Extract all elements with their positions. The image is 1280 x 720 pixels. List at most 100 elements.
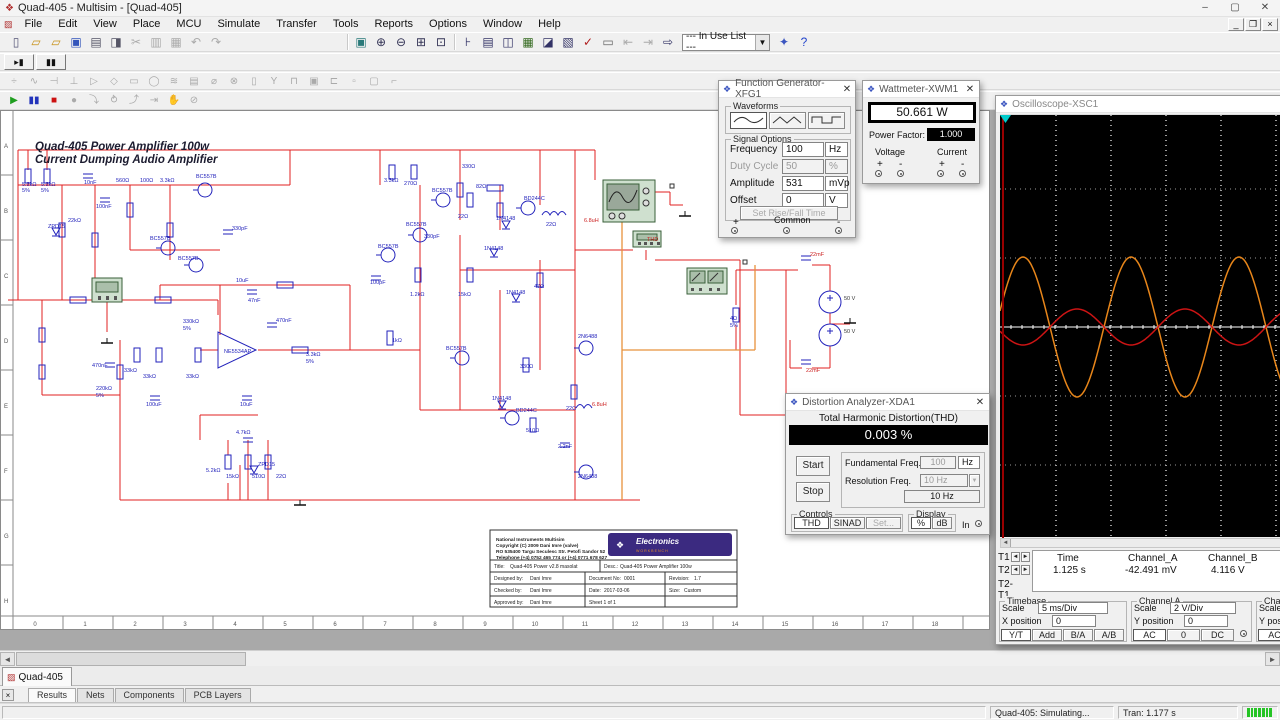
close-icon[interactable]: ✕ [961, 84, 979, 95]
close-icon[interactable]: ✕ [971, 397, 989, 408]
breadboard-icon[interactable]: ▦ [518, 34, 538, 51]
power-component-icon[interactable]: ⌀ [204, 73, 224, 90]
in-terminal[interactable] [975, 520, 982, 527]
analog-component-icon[interactable]: ▷ [84, 73, 104, 90]
distortion-analyzer-window[interactable]: ❖ Distortion Analyzer-XDA1 ✕ Total Harmo… [785, 393, 990, 535]
cut-icon[interactable]: ✂ [126, 34, 146, 51]
forward-annotate-icon[interactable]: ⇥ [638, 34, 658, 51]
spreadsheet-tab-components[interactable]: Components [114, 688, 184, 702]
xposition-input[interactable]: 0 [1052, 615, 1096, 627]
copy-icon[interactable]: ▥ [146, 34, 166, 51]
open-file-icon[interactable]: ▱ [26, 34, 46, 51]
frequency-input[interactable]: 100 [782, 142, 824, 157]
grapher-icon[interactable]: ◪ [538, 34, 558, 51]
triangle-waveform-button[interactable] [769, 112, 806, 129]
redo-icon[interactable]: ↷ [206, 34, 226, 51]
run-simulation-icon[interactable]: ▶ [4, 92, 24, 109]
spreadsheet-tab-nets[interactable]: Nets [77, 688, 114, 702]
menu-window[interactable]: Window [475, 17, 530, 32]
common-terminal[interactable] [783, 227, 790, 234]
b-a-button[interactable]: B/A [1063, 629, 1093, 641]
advanced-peripherals-icon[interactable]: ▯ [244, 73, 264, 90]
frequency-unit[interactable]: Hz [825, 142, 848, 157]
menu-file[interactable]: File [17, 17, 51, 32]
education-icon[interactable]: ✦ [774, 34, 794, 51]
back-annotate-icon[interactable]: ⇤ [618, 34, 638, 51]
zoom-out-icon[interactable]: ⊖ [391, 34, 411, 51]
voltage-plus-terminal[interactable] [875, 170, 882, 177]
add-button[interactable]: Add [1032, 629, 1062, 641]
set--button[interactable]: Set... [866, 517, 901, 529]
stop-button[interactable]: Stop [796, 482, 830, 502]
ni-component-icon[interactable]: ▣ [304, 73, 324, 90]
save-icon[interactable]: ▣ [66, 34, 86, 51]
canvas-horizontal-scrollbar[interactable]: ◄ ► [0, 650, 1280, 666]
function-generator-titlebar[interactable]: ❖ Function Generator-XFG1 ✕ [719, 78, 855, 100]
sinad-button[interactable]: SINAD [830, 517, 865, 529]
zoom-fit-icon[interactable]: ⊡ [431, 34, 451, 51]
menu-help[interactable]: Help [530, 17, 569, 32]
minimize-button[interactable]: – [1190, 0, 1220, 16]
menu-options[interactable]: Options [421, 17, 475, 32]
transistor-component-icon[interactable]: ⊥ [64, 73, 84, 90]
menu-simulate[interactable]: Simulate [209, 17, 268, 32]
minus-terminal[interactable] [835, 227, 842, 234]
resolution-freq-select[interactable]: 10 Hz [920, 474, 968, 487]
fullscreen-icon[interactable]: ▣ [351, 34, 371, 51]
wattmeter-window[interactable]: ❖ Wattmeter-XWM1 ✕ 50.661 W Power Factor… [862, 80, 980, 184]
t2-left-icon[interactable]: ◄ [1011, 565, 1020, 575]
in-use-list-combo[interactable]: --- In Use List --- ▼ [682, 31, 770, 53]
dc-button[interactable]: DC [1201, 629, 1234, 641]
t2-right-icon[interactable]: ► [1021, 565, 1030, 575]
diode-component-icon[interactable]: ⊣ [44, 73, 64, 90]
step-into-icon[interactable]: ⤵ [84, 92, 104, 109]
run-to-cursor-icon[interactable]: ⇥ [144, 92, 164, 109]
distortion-analyzer-titlebar[interactable]: ❖ Distortion Analyzer-XDA1 ✕ [786, 394, 989, 411]
mcu-icon[interactable]: ▫ [344, 73, 364, 90]
yposition-a-input[interactable]: 0 [1184, 615, 1228, 627]
zoom-area-icon[interactable]: ⊞ [411, 34, 431, 51]
current-minus-terminal[interactable] [959, 170, 966, 177]
spreadsheet-icon[interactable]: ▤ [478, 34, 498, 51]
pause-simulation-icon[interactable]: ▮▮ [24, 92, 44, 109]
zoom-in-icon[interactable]: ⊕ [371, 34, 391, 51]
cmos-component-icon[interactable]: ▭ [124, 73, 144, 90]
ac-button[interactable]: AC [1258, 629, 1280, 641]
source-component-icon[interactable]: ÷ [4, 73, 24, 90]
undo-icon[interactable]: ↶ [186, 34, 206, 51]
close-button[interactable]: ✕ [1250, 0, 1280, 16]
hierarchy-icon[interactable]: ⊦ [458, 34, 478, 51]
scope-scrollbar[interactable]: ◄ [1000, 538, 1280, 548]
step-over-icon[interactable]: ⥁ [104, 92, 124, 109]
indicator-component-icon[interactable]: ▤ [184, 73, 204, 90]
record-icon[interactable]: ● [64, 92, 84, 109]
maximize-button[interactable]: ▢ [1220, 0, 1250, 16]
plus-terminal[interactable] [731, 227, 738, 234]
paste-icon[interactable]: ▦ [166, 34, 186, 51]
stop-simulation-icon[interactable]: ■ [44, 92, 64, 109]
channel-a-terminal[interactable] [1240, 630, 1247, 637]
mdi-close-button[interactable]: × [1262, 18, 1278, 31]
y-t-button[interactable]: Y/T [1001, 629, 1031, 641]
menu-mcu[interactable]: MCU [168, 17, 209, 32]
thd-button[interactable]: THD [794, 517, 829, 529]
misc-component-icon[interactable]: ⊗ [224, 73, 244, 90]
fundamental-freq-input[interactable]: 100 [920, 456, 956, 469]
oscilloscope-titlebar[interactable]: ❖ Oscilloscope-XSC1 [996, 96, 1280, 113]
0-button[interactable]: 0 [1167, 629, 1200, 641]
title-bar[interactable]: ❖ Quad-405 - Multisim - [Quad-405] – ▢ ✕ [0, 0, 1280, 17]
misc-digital-icon[interactable]: ◯ [144, 73, 164, 90]
voltage-minus-terminal[interactable] [897, 170, 904, 177]
erc-check-icon[interactable]: ✓ [578, 34, 598, 51]
scope-scroll-left-icon[interactable]: ◄ [1001, 539, 1011, 547]
export-icon[interactable]: ⇨ [658, 34, 678, 51]
menu-edit[interactable]: Edit [50, 17, 85, 32]
open-sample-icon[interactable]: ▱ [46, 34, 66, 51]
connector-icon[interactable]: ⊏ [324, 73, 344, 90]
amplitude-input[interactable]: 531 [782, 176, 824, 191]
step-out-icon[interactable]: ⤴ [124, 92, 144, 109]
spreadsheet-tab-pcb-layers[interactable]: PCB Layers [184, 688, 251, 702]
bus-icon[interactable]: ⌐ [384, 73, 404, 90]
current-plus-terminal[interactable] [937, 170, 944, 177]
menu-tools[interactable]: Tools [325, 17, 367, 32]
